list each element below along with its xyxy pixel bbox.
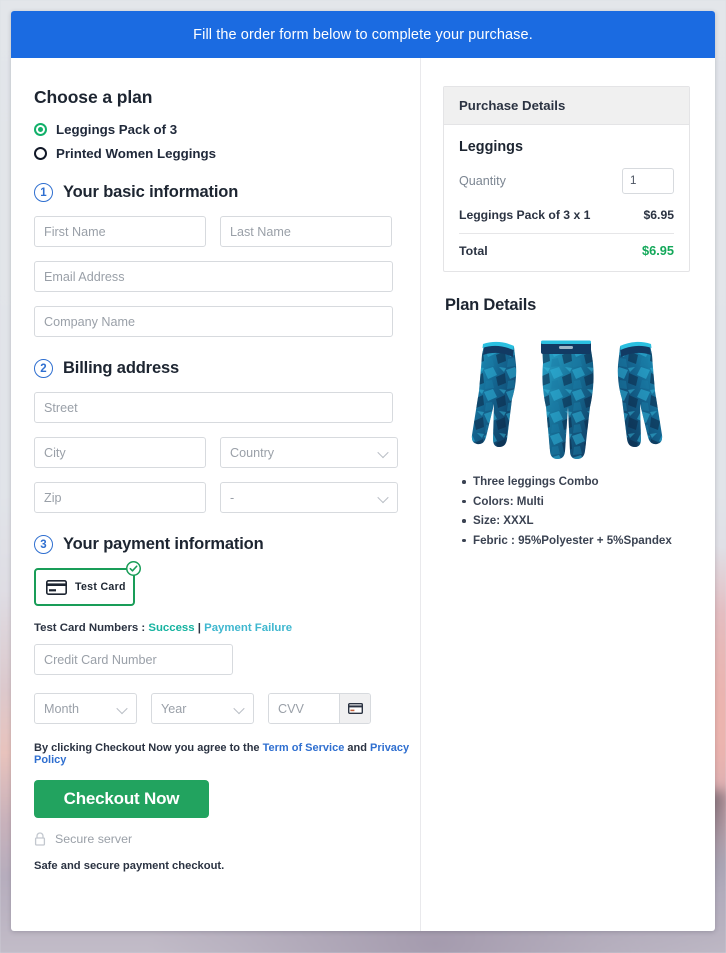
purchase-details-header: Purchase Details <box>444 87 689 125</box>
purchase-details-body: Leggings Quantity Leggings Pack of 3 x 1… <box>444 125 689 271</box>
line-item-price: $6.95 <box>643 208 675 222</box>
plan-option-printed-women-leggings[interactable]: Printed Women Leggings <box>34 146 420 161</box>
checkout-card: Fill the order form below to complete yo… <box>11 11 715 931</box>
street-row <box>34 392 420 423</box>
month-select[interactable] <box>34 693 137 724</box>
test-card-label: Test Card <box>75 581 126 593</box>
company-name-input[interactable] <box>34 306 393 337</box>
step-title: Billing address <box>63 359 180 377</box>
state-select[interactable] <box>220 482 398 513</box>
country-select[interactable] <box>220 437 398 468</box>
city-input[interactable] <box>34 437 206 468</box>
radio-unselected-icon[interactable] <box>34 147 47 160</box>
plan-spec-list: Three leggings Combo Colors: Multi Size:… <box>462 475 690 547</box>
list-item: Three leggings Combo <box>462 475 690 488</box>
line-item-name: Leggings Pack of 3 x 1 <box>459 208 591 222</box>
quantity-input[interactable] <box>622 168 674 194</box>
email-input[interactable] <box>34 261 393 292</box>
cvv-group[interactable] <box>268 693 371 724</box>
year-select[interactable] <box>151 693 254 724</box>
company-row <box>34 306 420 337</box>
last-name-input[interactable] <box>220 216 392 247</box>
line-item-row: Leggings Pack of 3 x 1 $6.95 <box>459 208 674 234</box>
year-select-wrap[interactable] <box>151 693 254 724</box>
cvv-card-icon <box>339 694 370 723</box>
choose-a-plan-heading: Choose a plan <box>34 87 153 107</box>
step-number-badge: 1 <box>34 183 53 202</box>
total-row: Total $6.95 <box>459 243 674 258</box>
safe-checkout-note: Safe and secure payment checkout. <box>34 860 225 872</box>
zip-state-row <box>34 482 420 513</box>
quantity-label: Quantity <box>459 174 506 188</box>
leggings-right-view <box>617 341 662 447</box>
link-separator: | <box>194 622 205 634</box>
terms-prefix: By clicking Checkout Now you agree to th… <box>34 742 263 754</box>
product-title: Leggings <box>459 139 523 155</box>
test-card-option-wrap: Test Card <box>34 561 141 606</box>
plan-option-label: Printed Women Leggings <box>56 146 217 161</box>
test-card-option[interactable]: Test Card <box>34 568 135 606</box>
plan-option-leggings-pack-of-3[interactable]: Leggings Pack of 3 <box>34 122 420 137</box>
name-row <box>34 216 420 247</box>
step-title: Your payment information <box>63 535 264 553</box>
check-circle-icon <box>126 561 141 576</box>
month-select-wrap[interactable] <box>34 693 137 724</box>
list-item: Size: XXXL <box>462 514 690 527</box>
leggings-product-image <box>471 340 662 459</box>
checkout-now-button[interactable]: Checkout Now <box>34 780 209 818</box>
plan-option-label: Leggings Pack of 3 <box>56 122 178 137</box>
term-of-service-link[interactable]: Term of Service <box>263 742 345 754</box>
step-number-badge: 2 <box>34 359 53 378</box>
cvv-input[interactable] <box>269 694 339 723</box>
state-select-wrap[interactable] <box>220 482 398 513</box>
secure-server-row: Secure server <box>34 832 420 846</box>
step-2-heading: 2 Billing address <box>34 359 420 378</box>
email-row <box>34 261 420 292</box>
banner: Fill the order form below to complete yo… <box>11 11 715 58</box>
credit-card-icon <box>46 579 67 595</box>
payment-failure-link[interactable]: Payment Failure <box>204 622 292 634</box>
step-number-badge: 3 <box>34 535 53 554</box>
radio-selected-icon[interactable] <box>34 123 47 136</box>
step-title: Your basic information <box>63 183 239 201</box>
test-card-numbers-line: Test Card Numbers : Success | Payment Fa… <box>34 622 420 634</box>
order-form-column: Choose a plan Leggings Pack of 3 Printed… <box>11 58 421 931</box>
success-link[interactable]: Success <box>148 622 194 634</box>
quantity-row: Quantity <box>459 168 674 194</box>
test-numbers-prefix: Test Card Numbers : <box>34 622 149 634</box>
expiry-cvv-row <box>34 693 420 724</box>
credit-card-number-input[interactable] <box>34 644 233 675</box>
list-item: Febric : 95%Polyester + 5%Spandex <box>462 534 690 547</box>
leggings-center-view <box>540 340 594 459</box>
street-input[interactable] <box>34 392 393 423</box>
zip-input[interactable] <box>34 482 206 513</box>
summary-column: Purchase Details Leggings Quantity Leggi… <box>421 58 715 931</box>
step-3-heading: 3 Your payment information <box>34 535 420 554</box>
leggings-left-view <box>471 341 516 447</box>
first-name-input[interactable] <box>34 216 206 247</box>
plan-details-heading: Plan Details <box>445 296 537 314</box>
step-1-heading: 1 Your basic information <box>34 183 420 202</box>
total-label: Total <box>459 243 488 258</box>
banner-message: Fill the order form below to complete yo… <box>193 26 533 43</box>
total-value: $6.95 <box>641 243 674 258</box>
terms-notice: By clicking Checkout Now you agree to th… <box>34 742 420 766</box>
country-select-wrap[interactable] <box>220 437 398 468</box>
city-country-row <box>34 437 420 468</box>
purchase-details-box: Purchase Details Leggings Quantity Leggi… <box>443 86 690 272</box>
lock-icon <box>34 832 46 846</box>
card-body: Choose a plan Leggings Pack of 3 Printed… <box>11 58 715 931</box>
terms-middle: and <box>344 742 371 754</box>
secure-server-label: Secure server <box>55 832 133 846</box>
list-item: Colors: Multi <box>462 495 690 508</box>
